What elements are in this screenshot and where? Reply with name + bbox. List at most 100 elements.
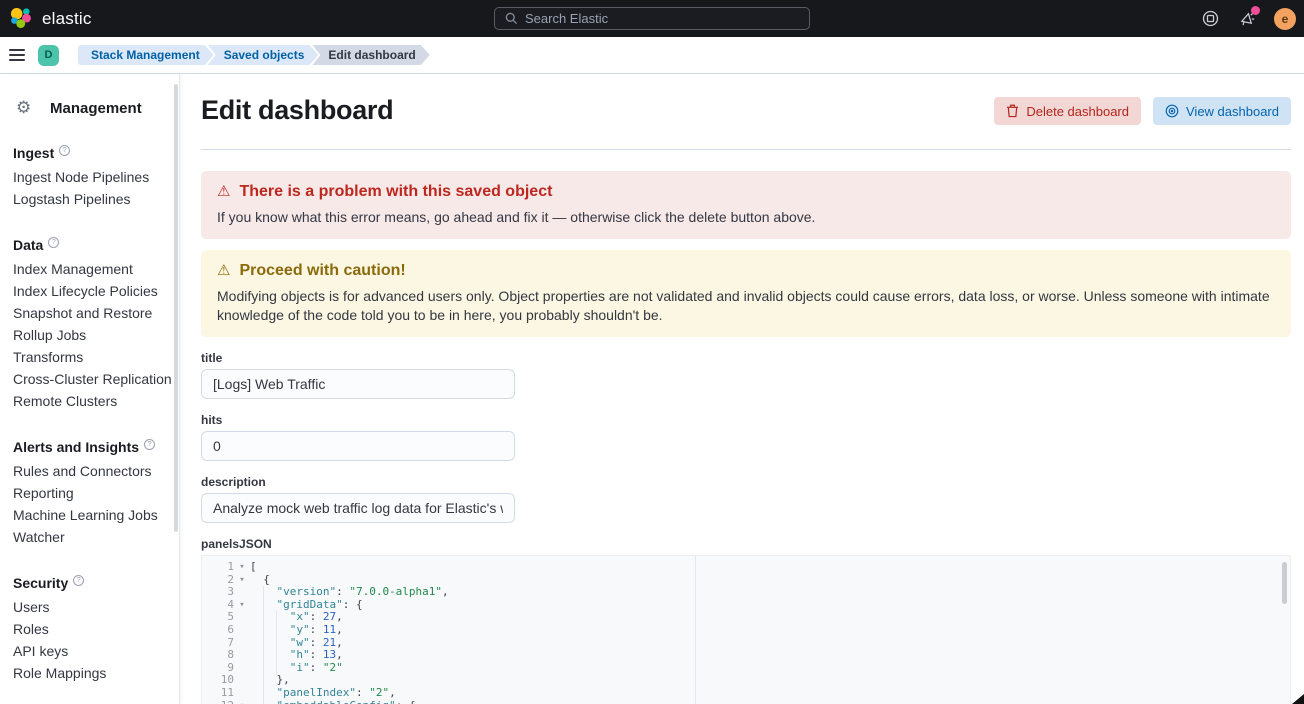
fold-spacer: [234, 674, 250, 687]
search-icon: [505, 12, 518, 25]
sidebar-item-rules-and-connectors[interactable]: Rules and Connectors: [13, 460, 169, 482]
breadcrumb-stack-management[interactable]: Stack Management: [78, 45, 214, 65]
sidebar-item-rollup-jobs[interactable]: Rollup Jobs: [13, 324, 169, 346]
indent-guide: [263, 624, 276, 637]
elastic-home-link[interactable]: elastic: [0, 7, 92, 30]
indent-guide: [263, 700, 276, 704]
code-content: "embeddableConfig": {: [250, 700, 416, 704]
sidebar-item-ingest-node-pipelines[interactable]: Ingest Node Pipelines: [13, 166, 169, 188]
delete-dashboard-button[interactable]: Delete dashboard: [994, 97, 1141, 125]
notification-dot: [1251, 6, 1260, 15]
code-line: 1▾[: [202, 561, 1290, 574]
code-content: {: [250, 574, 270, 587]
section-help-icon: ?: [144, 439, 155, 450]
indent-guide: [263, 611, 276, 624]
code-line: 7"w": 21,: [202, 637, 1290, 650]
sidebar-scrollbar[interactable]: [174, 84, 178, 532]
sidebar-item-snapshot-and-restore[interactable]: Snapshot and Restore: [13, 302, 169, 324]
space-badge[interactable]: D: [38, 45, 59, 66]
sidebar-item-cross-cluster-replication[interactable]: Cross-Cluster Replication: [13, 368, 169, 390]
panels-json-code-editor[interactable]: 1▾[2▾{3"version": "7.0.0-alpha1",4▾"grid…: [201, 555, 1291, 704]
indent-guide: [263, 674, 276, 687]
sidebar-item-transforms[interactable]: Transforms: [13, 346, 169, 368]
sidebar-item-users[interactable]: Users: [13, 596, 169, 618]
newsfeed-cheer-icon[interactable]: [1237, 9, 1257, 29]
breadcrumb-edit-dashboard: Edit dashboard: [312, 45, 429, 65]
title-field-label: title: [201, 351, 1291, 365]
global-header: elastic Search Elastic: [0, 0, 1304, 37]
sidebar-item-remote-clusters[interactable]: Remote Clusters: [13, 390, 169, 412]
warning-callout-title: Proceed with caution!: [239, 262, 405, 280]
fold-spacer: [234, 649, 250, 662]
sidebar-item-index-lifecycle-policies[interactable]: Index Lifecycle Policies: [13, 280, 169, 302]
warning-callout-title-row: ⚠ Proceed with caution!: [217, 262, 1275, 280]
code-line: 8"h": 13,: [202, 649, 1290, 662]
fold-arrow-icon[interactable]: ▾: [234, 599, 250, 612]
section-help-icon: ?: [48, 237, 59, 248]
alert-icon: ⚠: [217, 183, 230, 201]
indent-guide: [276, 637, 289, 650]
fold-spacer: [234, 586, 250, 599]
sidebar-section-title: Security?: [13, 575, 169, 591]
indent-guide: [263, 599, 276, 612]
error-callout-title-row: ⚠ There is a problem with this saved obj…: [217, 183, 1275, 201]
hits-input[interactable]: [201, 431, 515, 461]
fold-arrow-icon[interactable]: ▾: [234, 574, 250, 587]
menu-hamburger-icon[interactable]: [9, 45, 25, 65]
error-callout-title: There is a problem with this saved objec…: [239, 183, 552, 201]
indent-guide: [276, 611, 289, 624]
gear-icon: ⚙: [16, 98, 50, 118]
description-field: description: [201, 475, 1291, 523]
sidebar-header: ⚙ Management: [16, 98, 169, 118]
line-number: 11: [202, 687, 234, 700]
sidebar-item-index-management[interactable]: Index Management: [13, 258, 169, 280]
brand-name: elastic: [42, 9, 92, 29]
hits-field-label: hits: [201, 413, 1291, 427]
sidebar-item-logstash-pipelines[interactable]: Logstash Pipelines: [13, 188, 169, 210]
editor-scrollbar[interactable]: [1282, 562, 1287, 604]
code-line: 12▾"embeddableConfig": {: [202, 700, 1290, 704]
sidebar-item-watcher[interactable]: Watcher: [13, 526, 169, 548]
code-line: 3"version": "7.0.0-alpha1",: [202, 586, 1290, 599]
sidebar-item-reporting[interactable]: Reporting: [13, 482, 169, 504]
fold-arrow-icon[interactable]: ▾: [234, 700, 250, 704]
page-title: Edit dashboard: [201, 95, 393, 126]
horizontal-rule: [201, 149, 1291, 150]
sidebar-item-role-mappings[interactable]: Role Mappings: [13, 662, 169, 684]
sidebar-item-machine-learning-jobs[interactable]: Machine Learning Jobs: [13, 504, 169, 526]
sidebar-title: Management: [50, 100, 142, 117]
code-line: 5"x": 27,: [202, 611, 1290, 624]
breadcrumb-bar: D Stack Management Saved objects Edit da…: [0, 37, 1304, 74]
description-input[interactable]: [201, 493, 515, 523]
fold-arrow-icon[interactable]: ▾: [234, 561, 250, 574]
body-row: ⚙ Management Ingest?Ingest Node Pipeline…: [0, 74, 1304, 704]
title-input[interactable]: [201, 369, 515, 399]
sidebar-nav: Ingest?Ingest Node PipelinesLogstash Pip…: [13, 145, 169, 684]
sidebar-item-api-keys[interactable]: API keys: [13, 640, 169, 662]
search-placeholder: Search Elastic: [525, 11, 608, 26]
fold-spacer: [234, 687, 250, 700]
delete-dashboard-label: Delete dashboard: [1026, 104, 1129, 119]
breadcrumb-saved-objects[interactable]: Saved objects: [208, 45, 319, 65]
description-field-label: description: [201, 475, 1291, 489]
panels-json-field: panelsJSON 1▾[2▾{3"version": "7.0.0-alph…: [201, 537, 1291, 704]
indent-guide: [276, 649, 289, 662]
view-icon: [1165, 104, 1179, 118]
hits-field: hits: [201, 413, 1291, 461]
global-search-input[interactable]: Search Elastic: [494, 7, 810, 30]
view-dashboard-button[interactable]: View dashboard: [1153, 97, 1291, 125]
main-content: Edit dashboard Delete dashboard: [180, 74, 1304, 704]
user-avatar[interactable]: e: [1274, 8, 1296, 30]
page-header: Edit dashboard Delete dashboard: [201, 95, 1291, 126]
saved-object-form: title hits description panelsJSON 1▾[2▾{…: [201, 351, 1291, 704]
section-help-icon: ?: [59, 145, 70, 156]
fold-spacer: [234, 624, 250, 637]
view-dashboard-label: View dashboard: [1186, 104, 1279, 119]
header-actions: e: [1200, 0, 1296, 37]
breadcrumb: Stack Management Saved objects Edit dash…: [78, 45, 430, 65]
error-callout: ⚠ There is a problem with this saved obj…: [201, 171, 1291, 239]
fold-spacer: [234, 662, 250, 675]
sidebar-item-roles[interactable]: Roles: [13, 618, 169, 640]
deployment-icon[interactable]: [1200, 9, 1220, 29]
trash-icon: [1006, 104, 1019, 118]
